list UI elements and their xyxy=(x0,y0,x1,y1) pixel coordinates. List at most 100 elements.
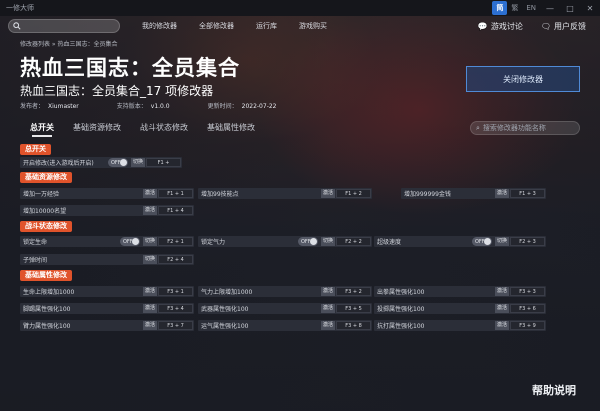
lang-traditional-button[interactable]: 繁 xyxy=(507,3,522,13)
cheat-hotkey[interactable]: F3 + 1 xyxy=(158,287,193,296)
tab-attributes[interactable]: 基础属性修改 xyxy=(207,122,255,137)
toggle-knob xyxy=(131,238,139,245)
cheat-hotkey[interactable]: F3 + 8 xyxy=(336,321,371,330)
cheat-row: 臂力属性强化100 激活 F3 + 7 xyxy=(20,320,194,331)
version-value: v1.0.0 xyxy=(150,103,170,110)
cheat-hotkey[interactable]: F2 + 4 xyxy=(158,255,193,264)
feature-search-box[interactable]: ⌕ xyxy=(470,121,580,135)
cheat-action-button[interactable]: 激活 xyxy=(494,304,509,313)
cheat-action-button[interactable]: 切换 xyxy=(142,237,157,246)
cheat-label: 武器属性强化100 xyxy=(201,306,249,313)
breadcrumb[interactable]: 修改器列表 » 热血三国志：全员集合 xyxy=(20,39,118,48)
cheat-row: 增加10000名望 激活 F1 + 4 xyxy=(20,205,194,216)
language-switcher: 简 繁 EN — □ ✕ xyxy=(492,0,600,16)
feedback-icon: 🗨 xyxy=(540,21,551,31)
cheat-hotkey[interactable]: F2 + 3 xyxy=(510,237,545,246)
lang-simplified-button[interactable]: 简 xyxy=(492,1,508,15)
nav-all-trainers[interactable]: 全部修改器 xyxy=(199,21,234,31)
cheat-label: 抗打属性强化100 xyxy=(377,323,425,330)
cheat-action-button[interactable]: 切换 xyxy=(142,255,157,264)
cheat-hotkey[interactable]: F3 + 5 xyxy=(336,304,371,313)
updated-value: 2022-07-22 xyxy=(241,103,277,110)
maximize-button[interactable]: □ xyxy=(560,0,580,16)
app-title: 一修大师 xyxy=(6,4,34,12)
page-title: 热血三国志：全员集合 xyxy=(20,56,240,80)
feature-search-input[interactable] xyxy=(482,124,571,132)
game-discussion-link[interactable]: 💬 游戏讨论 xyxy=(478,21,523,32)
cheat-action-button[interactable]: 激活 xyxy=(142,189,157,198)
cheat-hotkey[interactable]: F3 + 2 xyxy=(336,287,371,296)
cheat-row: 气力上限增加1000 激活 F3 + 2 xyxy=(198,286,372,297)
cheat-row: 出拳属性强化100 激活 F3 + 3 xyxy=(374,286,546,297)
tab-battle[interactable]: 战斗状态修改 xyxy=(140,122,188,137)
cheat-hotkey[interactable]: F3 + 7 xyxy=(158,321,193,330)
cheat-action-button[interactable]: 激活 xyxy=(494,287,509,296)
user-feedback-link[interactable]: 🗨 用户反馈 xyxy=(541,21,586,32)
help-button[interactable]: 帮助说明 xyxy=(532,382,576,398)
cheat-row: 增加999999金钱 激活 F1 + 3 xyxy=(401,188,546,199)
cheat-action-button[interactable]: 切换 xyxy=(320,237,335,246)
cheat-label: 生命上限增加1000 xyxy=(23,289,75,296)
cheat-action-button[interactable]: 激活 xyxy=(142,321,157,330)
cheat-hotkey[interactable]: F1 + 4 xyxy=(158,206,193,215)
cheat-row: 锁定气力 OFF 切换 F2 + 2 xyxy=(198,236,372,247)
cheat-row: 锁定生命 OFF 切换 F2 + 1 xyxy=(20,236,194,247)
cheat-toggle[interactable]: OFF xyxy=(297,237,318,246)
cheat-row: 增加一万经验 激活 F1 + 1 xyxy=(20,188,194,199)
cheat-label: 锁定生命 xyxy=(23,239,48,246)
search-input[interactable] xyxy=(21,22,113,30)
trainer-subtitle: 热血三国志：全员集合_17 项修改器 xyxy=(20,84,214,98)
cheat-hotkey[interactable]: F2 + 2 xyxy=(336,237,371,246)
version-label: 支持版本： xyxy=(116,103,147,110)
search-box[interactable] xyxy=(8,19,120,33)
close-trainer-button[interactable]: 关闭修改器 xyxy=(466,66,580,92)
cheat-action-button[interactable]: 激活 xyxy=(320,287,335,296)
cheat-toggle[interactable]: OFF xyxy=(119,237,140,246)
cheat-hotkey[interactable]: F3 + 4 xyxy=(158,304,193,313)
cheat-hotkey[interactable]: F3 + 9 xyxy=(510,321,545,330)
cheat-hotkey[interactable]: F3 + 3 xyxy=(510,287,545,296)
cheat-label: 子弹时间 xyxy=(23,257,48,264)
toggle-knob xyxy=(483,238,491,245)
cheat-action-button[interactable]: 激活 xyxy=(142,287,157,296)
category-tabs: 总开关 基础资源修改 战斗状态修改 基础属性修改 xyxy=(30,122,274,137)
minimize-button[interactable]: — xyxy=(540,0,560,16)
cheat-action-button[interactable]: 激活 xyxy=(320,189,335,198)
cheat-action-button[interactable]: 激活 xyxy=(320,321,335,330)
cheat-action-button[interactable]: 切换 xyxy=(130,158,145,167)
nav-links: 我的修改器 全部修改器 运行库 游戏购买 xyxy=(142,21,349,31)
cheat-label: 臂力属性强化100 xyxy=(23,323,71,330)
cheat-hotkey[interactable]: F1 + 3 xyxy=(510,189,545,198)
cheat-label: 气力上限增加1000 xyxy=(201,289,253,296)
cheat-toggle[interactable]: OFF xyxy=(471,237,492,246)
cheat-action-button[interactable]: 激活 xyxy=(142,304,157,313)
cheat-hotkey[interactable]: F1 + xyxy=(146,158,181,167)
tab-master-switch[interactable]: 总开关 xyxy=(30,122,54,137)
nav-game-purchase[interactable]: 游戏购买 xyxy=(299,21,327,31)
cheat-action-button[interactable]: 激活 xyxy=(494,189,509,198)
cheat-label: 投掷属性强化100 xyxy=(377,306,425,313)
cheat-hotkey[interactable]: F1 + 2 xyxy=(336,189,371,198)
cheat-hotkey[interactable]: F2 + 1 xyxy=(158,237,193,246)
cheat-row: 武器属性强化100 激活 F3 + 5 xyxy=(198,303,372,314)
publisher-value: Xiumaster xyxy=(48,103,79,110)
nav-my-trainers[interactable]: 我的修改器 xyxy=(142,21,177,31)
lang-english-button[interactable]: EN xyxy=(522,4,540,12)
cheat-row: 增加99技能点 激活 F1 + 2 xyxy=(198,188,372,199)
cheat-action-button[interactable]: 激活 xyxy=(494,321,509,330)
cheat-action-button[interactable]: 切换 xyxy=(494,237,509,246)
cheat-action-button[interactable]: 激活 xyxy=(142,206,157,215)
toggle-knob xyxy=(309,238,317,245)
cheat-action-button[interactable]: 激活 xyxy=(320,304,335,313)
cheat-label: 增加10000名望 xyxy=(23,208,67,215)
search-icon xyxy=(13,22,21,30)
publisher-label: 发布者： xyxy=(20,103,45,110)
nav-actions: 💬 游戏讨论 🗨 用户反馈 xyxy=(460,21,586,32)
close-window-button[interactable]: ✕ xyxy=(580,0,600,16)
nav-runtime[interactable]: 运行库 xyxy=(256,21,277,31)
cheat-toggle[interactable]: OFF xyxy=(107,158,128,167)
cheat-hotkey[interactable]: F1 + 1 xyxy=(158,189,193,198)
cheat-hotkey[interactable]: F3 + 6 xyxy=(510,304,545,313)
tab-resources[interactable]: 基础资源修改 xyxy=(73,122,121,137)
chat-icon: 💬 xyxy=(477,21,488,31)
